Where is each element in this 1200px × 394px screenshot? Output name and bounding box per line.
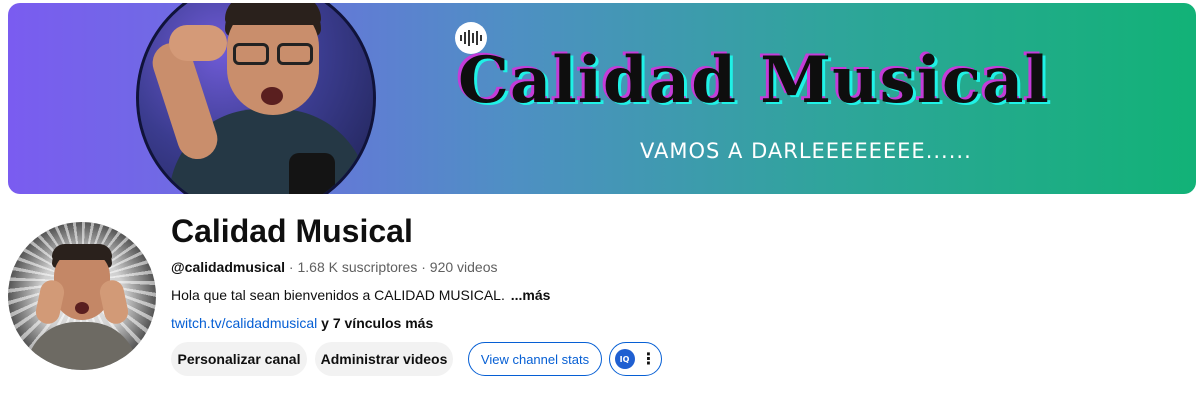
channel-avatar[interactable] [8,222,156,370]
channel-name: Calidad Musical [171,213,413,249]
banner-tagline: VAMOS A DARLEEEEEEEE...... [640,139,972,163]
manage-videos-button[interactable]: Administrar videos [315,342,453,376]
banner-photo: ♪ ♫ [136,3,376,194]
banner-title: Calidad Musical [458,43,1050,118]
customize-channel-button[interactable]: Personalizar canal [171,342,307,376]
channel-handle: @calidadmusical [171,259,286,275]
vidiq-icon: IQ [614,349,635,369]
more-links-button[interactable]: y 7 vínculos más [321,315,433,331]
video-count: 920 videos [429,259,498,275]
meta-separator: · [288,259,294,275]
channel-banner: ♪ ♫ Calidad Musical VAMOS A DARLEEEEEEEE… [8,3,1196,194]
channel-links: twitch.tv/calidadmusical y 7 vínculos má… [171,315,433,331]
description-text: Hola que tal sean bienvenidos a CALIDAD … [171,287,505,303]
meta-separator: · [421,259,426,275]
channel-meta: @calidadmusical · 1.68 K suscriptores · … [171,259,498,275]
view-channel-stats-button[interactable]: View channel stats [468,342,602,376]
subscriber-count: 1.68 K suscriptores [297,259,418,275]
kebab-menu-icon: ⋮ [640,349,657,368]
channel-description[interactable]: Hola que tal sean bienvenidos a CALIDAD … [171,287,550,303]
description-more-link[interactable]: ...más [511,287,551,303]
twitch-link[interactable]: twitch.tv/calidadmusical [171,315,317,331]
channel-page: ♪ ♫ Calidad Musical VAMOS A DARLEEEEEEEE… [0,0,1200,394]
extension-menu-button[interactable]: IQ ⋮ [609,342,662,376]
